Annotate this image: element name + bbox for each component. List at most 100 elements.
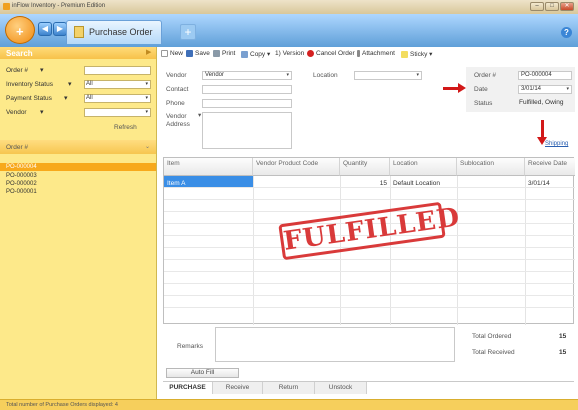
- table-cell-location[interactable]: Default Location: [393, 180, 440, 187]
- row-divider: [164, 295, 575, 296]
- vendor-address-label: Vendor Address: [166, 113, 190, 128]
- row-divider: [164, 259, 575, 260]
- sticky-note-icon: [401, 50, 408, 58]
- copy-button[interactable]: Copy ▾: [241, 50, 270, 58]
- vendor-label: Vendor: [166, 72, 187, 79]
- filter-label-payment-status: Payment Status: [6, 95, 52, 102]
- minimize-button[interactable]: –: [530, 2, 544, 11]
- column-header-vendor-code[interactable]: Vendor Product Code: [253, 158, 340, 176]
- annotation-arrow-head-icon: [458, 83, 466, 93]
- vendor-select[interactable]: Vendor ▾: [202, 71, 292, 80]
- search-header: Search ▶: [0, 47, 156, 59]
- filter-label-order: Order #: [6, 67, 29, 74]
- remarks-section: Remarks Total Ordered 15 Total Received …: [163, 324, 574, 368]
- tab-return[interactable]: Return: [263, 382, 315, 394]
- floppy-disk-icon: [186, 50, 193, 57]
- contact-input[interactable]: [202, 85, 292, 94]
- cancel-icon: [307, 50, 314, 57]
- forward-button[interactable]: ▶: [53, 22, 67, 36]
- tab-receive[interactable]: Receive: [213, 382, 263, 394]
- back-button[interactable]: ◀: [38, 22, 52, 36]
- status-label: Status: [474, 100, 493, 107]
- print-button[interactable]: Print: [213, 50, 235, 57]
- dropdown-arrow-icon[interactable]: ▾: [40, 108, 44, 116]
- sort-arrow-icon: ⌄: [145, 144, 151, 150]
- table-cell-receive-date[interactable]: 3/01/14: [528, 180, 550, 187]
- column-header-receive-date[interactable]: Receive Date: [525, 158, 575, 176]
- phone-input[interactable]: [202, 99, 292, 108]
- order-number-field[interactable]: PO-000004: [518, 71, 572, 80]
- row-divider: [164, 199, 575, 200]
- paperclip-icon: [357, 50, 360, 57]
- column-header-item[interactable]: Item: [164, 158, 253, 176]
- order-list-item[interactable]: PO-000004: [0, 163, 156, 171]
- toolbar: New Save Print Copy ▾ 1) Version Cancel …: [159, 49, 578, 60]
- table-cell-item[interactable]: Item A: [167, 180, 185, 187]
- version-button[interactable]: 1) Version: [275, 50, 304, 57]
- tab-purchase[interactable]: PURCHASE: [163, 382, 213, 394]
- save-button[interactable]: Save: [186, 50, 210, 57]
- date-label: Date: [474, 86, 488, 93]
- status-bar: Total number of Purchase Orders displaye…: [0, 399, 578, 410]
- contact-label: Contact: [166, 86, 189, 93]
- help-icon[interactable]: ?: [561, 27, 572, 38]
- plus-icon: +: [16, 24, 24, 39]
- total-ordered-value: 15: [559, 333, 567, 340]
- phone-label: Phone: [166, 100, 185, 107]
- table-cell-quantity[interactable]: 15: [340, 180, 387, 187]
- app-icon: [3, 3, 10, 10]
- order-number-label: Order #: [474, 72, 497, 79]
- new-button[interactable]: New: [161, 50, 183, 57]
- payment-status-select[interactable]: All ▾: [84, 94, 151, 103]
- order-column-header: Order #: [6, 144, 29, 151]
- dropdown-arrow-icon[interactable]: ▾: [40, 66, 44, 74]
- order-number-input[interactable]: [84, 66, 151, 75]
- attachment-button[interactable]: Attachment: [357, 50, 395, 57]
- inventory-status-select[interactable]: All ▾: [84, 80, 151, 89]
- date-field[interactable]: 3/01/14 ▾: [518, 85, 572, 94]
- search-title: Search: [6, 49, 33, 58]
- sticky-button[interactable]: Sticky ▾: [401, 50, 432, 58]
- vendor-address-input[interactable]: [202, 112, 292, 149]
- order-list-item[interactable]: PO-000001: [0, 188, 156, 196]
- vendor-filter-select[interactable]: ▾: [84, 108, 151, 117]
- tab-unstock[interactable]: Unstock: [315, 382, 367, 394]
- location-label: Location: [313, 72, 338, 79]
- main-menu-orb[interactable]: +: [5, 16, 35, 44]
- row-divider: [164, 283, 575, 284]
- order-list-item[interactable]: PO-000003: [0, 172, 156, 180]
- new-document-icon: [161, 50, 168, 57]
- bottom-tabs: PURCHASE Receive Return Unstock: [163, 381, 574, 395]
- document-icon: [74, 26, 84, 38]
- shipping-link[interactable]: Shipping: [545, 141, 568, 147]
- tab-purchase-order[interactable]: Purchase Order: [66, 20, 162, 44]
- dropdown-arrow-icon[interactable]: ▾: [64, 94, 68, 102]
- total-received-value: 15: [559, 349, 567, 356]
- auto-fill-button[interactable]: Auto Fill: [166, 368, 239, 378]
- remarks-label: Remarks: [177, 343, 204, 350]
- address-dropdown-icon[interactable]: ▾: [198, 111, 201, 119]
- collapse-arrow-icon[interactable]: ▶: [146, 48, 151, 56]
- order-list-header[interactable]: Order # ⌄: [0, 140, 156, 154]
- column-header-sublocation[interactable]: Sublocation: [457, 158, 525, 176]
- status-text: Total number of Purchase Orders displaye…: [6, 402, 118, 408]
- search-panel: Search ▶ Order # ▾ Inventory Status ▾ Al…: [0, 47, 157, 399]
- status-value: Fulfilled, Owing: [519, 99, 564, 106]
- cancel-order-button[interactable]: Cancel Order: [307, 50, 355, 57]
- location-select[interactable]: ▾: [354, 71, 422, 80]
- total-received-label: Total Received: [472, 349, 515, 356]
- title-bar: inFlow Inventory - Premium Edition – □ ✕: [0, 0, 578, 14]
- add-tab-button[interactable]: +: [180, 24, 196, 40]
- filter-label-inventory-status: Inventory Status: [6, 81, 53, 88]
- row-divider: [164, 187, 575, 188]
- column-header-location[interactable]: Location: [390, 158, 457, 176]
- refresh-button[interactable]: Refresh: [114, 124, 137, 131]
- remarks-input[interactable]: [215, 327, 455, 362]
- column-header-quantity[interactable]: Quantity: [340, 158, 390, 176]
- close-button[interactable]: ✕: [560, 2, 574, 11]
- row-divider: [164, 307, 575, 308]
- order-list-item[interactable]: PO-000002: [0, 180, 156, 188]
- total-ordered-label: Total Ordered: [472, 333, 512, 340]
- maximize-button[interactable]: □: [545, 2, 559, 11]
- dropdown-arrow-icon[interactable]: ▾: [68, 80, 72, 88]
